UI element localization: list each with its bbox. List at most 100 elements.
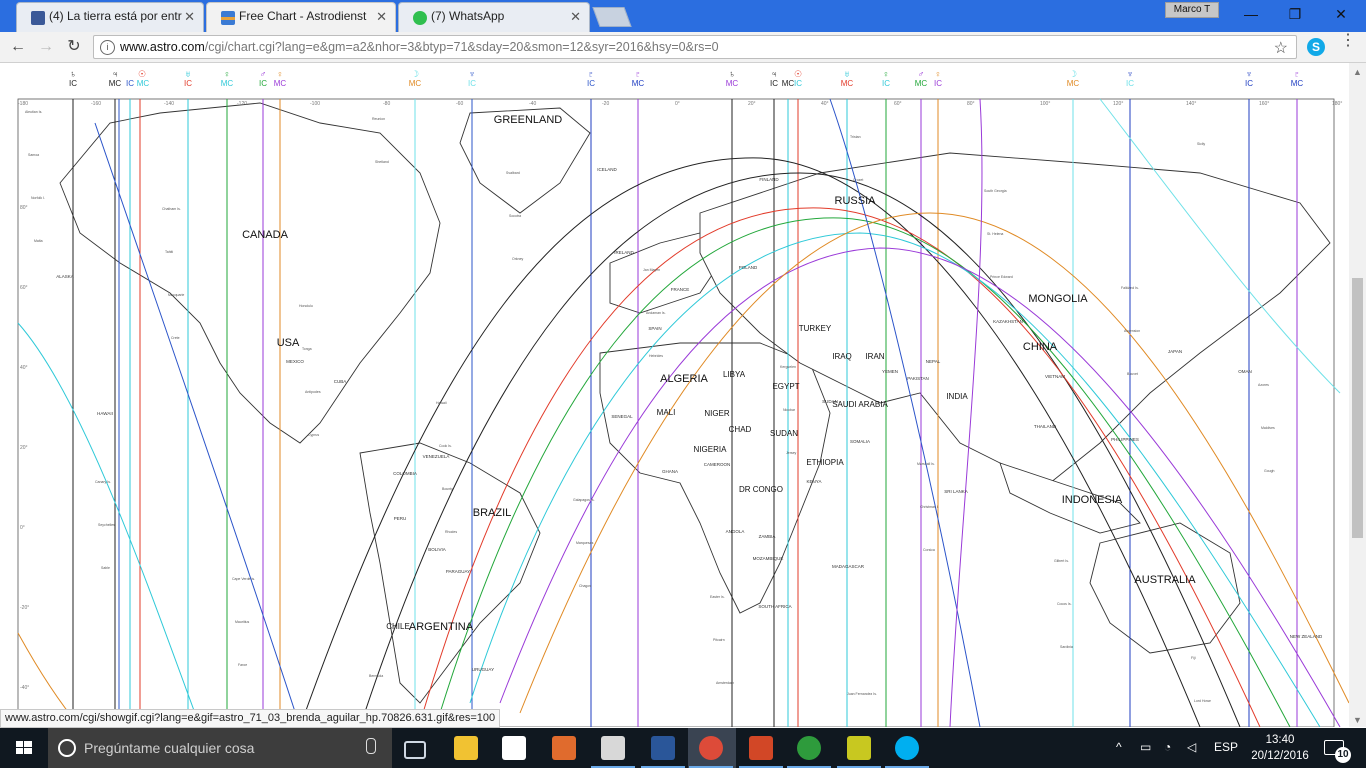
minor-place-label: Amsterdam	[716, 681, 734, 685]
longitude-tick: -20	[602, 101, 609, 107]
minor-place-label: Lord Howe	[1194, 699, 1211, 703]
place-label: SOUTH AFRICA	[758, 604, 791, 609]
task-view-icon[interactable]	[404, 741, 426, 759]
address-bar[interactable]: i www.astro.com/cgi/chart.cgi?lang=e&gm=…	[93, 35, 1297, 59]
bookmark-star-icon[interactable]: ☆	[1274, 38, 1288, 58]
minor-place-label: Easter Is.	[710, 595, 725, 599]
skype-extension-icon[interactable]: S	[1307, 38, 1325, 56]
scrollbar-thumb[interactable]	[1352, 278, 1363, 538]
profile-button[interactable]: Marco T	[1165, 2, 1219, 18]
maximize-button[interactable]: ❐	[1280, 4, 1310, 24]
steering-wheel-icon[interactable]	[601, 736, 625, 760]
country-label: NIGER	[704, 409, 730, 418]
minor-place-label: Cocos Is.	[1057, 602, 1072, 606]
media-player-icon[interactable]	[552, 736, 576, 760]
minor-place-label: Socotra	[509, 214, 521, 218]
minor-place-label: Antipodes	[305, 390, 321, 394]
country-label: LIBYA	[723, 370, 746, 379]
minor-place-label: St. Helena	[987, 232, 1003, 236]
place-label: YEMEN	[882, 369, 898, 374]
line-tag: MC	[274, 79, 287, 88]
minor-place-label: Aleutian Is.	[25, 110, 42, 114]
country-label: RUSSIA	[835, 195, 877, 207]
place-label: CUBA	[334, 379, 347, 384]
country-label: SAUDI ARABIA	[832, 400, 888, 409]
minor-place-label: Honolulu	[299, 304, 313, 308]
minor-place-label: Christmas I.	[920, 505, 939, 509]
latitude-tick: 40°	[20, 365, 28, 371]
minor-place-label: Orkney	[512, 257, 524, 261]
game-icon[interactable]	[847, 736, 871, 760]
minimize-button[interactable]: —	[1236, 4, 1266, 24]
place-label: GHANA	[662, 469, 678, 474]
search-placeholder: Pregúntame cualquier cosa	[84, 740, 255, 756]
facebook-icon	[31, 11, 45, 25]
powerpoint-icon[interactable]	[749, 736, 773, 760]
taskbar-search-box[interactable]: Pregúntame cualquier cosa	[48, 728, 392, 768]
minor-place-label: Sardinia	[1060, 645, 1073, 649]
minor-place-label: Marquesas	[576, 541, 594, 545]
country-label: IRAQ	[832, 352, 852, 361]
globe-icon[interactable]	[797, 736, 821, 760]
line-tag: MC	[1067, 79, 1080, 88]
start-button[interactable]	[0, 728, 48, 768]
scroll-up-arrow-icon[interactable]: ▲	[1353, 67, 1362, 77]
country-label: CHAD	[729, 425, 752, 434]
chrome-menu-icon[interactable]: ⋮	[1340, 33, 1356, 49]
file-explorer-icon[interactable]	[454, 736, 478, 760]
tab-astrodienst[interactable]: Free Chart - Astrodienst ✕	[206, 2, 396, 32]
back-button[interactable]: ←	[8, 38, 28, 56]
longitude-tick: -140	[164, 101, 174, 107]
minor-place-label: Gough	[1264, 469, 1275, 473]
page-scrollbar[interactable]: ▲ ▼	[1349, 63, 1366, 727]
tab-facebook[interactable]: (4) La tierra está por entr ✕	[16, 2, 204, 32]
place-label: FINLAND	[759, 177, 779, 182]
line-tag: MC	[726, 79, 739, 88]
url-text[interactable]: www.astro.com/cgi/chart.cgi?lang=e&gm=a2…	[120, 40, 719, 54]
wifi-icon[interactable]: ◔	[1164, 740, 1171, 754]
astrocartography-map[interactable]: -180 -160 -140 -120 -100 -80 -60 -40 -20 0° 20° 40°…	[0, 63, 1349, 727]
notification-center-icon[interactable]: 10	[1324, 740, 1351, 763]
tab-whatsapp[interactable]: (7) WhatsApp ✕	[398, 2, 590, 32]
country-label: DR CONGO	[739, 485, 783, 494]
place-label: BOLIVIA	[428, 547, 446, 552]
longitude-tick: -40	[529, 101, 536, 107]
word-icon[interactable]	[651, 736, 675, 760]
battery-icon[interactable]: ▭	[1140, 740, 1151, 754]
place-label: ICELAND	[597, 167, 617, 172]
new-tab-button[interactable]	[592, 7, 632, 27]
minor-place-label: Chagos	[579, 584, 591, 588]
tray-chevron-icon[interactable]: ^	[1116, 740, 1122, 754]
forward-button[interactable]: →	[36, 38, 56, 56]
line-tag: MC	[137, 79, 150, 88]
minor-place-label: Mauritius	[235, 620, 249, 624]
line-tag: IC	[184, 79, 192, 88]
chrome-icon[interactable]	[699, 736, 723, 760]
tab-close-icon[interactable]: ✕	[570, 9, 581, 25]
microphone-icon[interactable]	[366, 738, 376, 754]
country-label: AUSTRALIA	[1134, 574, 1196, 586]
tab-title: Free Chart - Astrodienst	[239, 9, 367, 23]
scroll-down-arrow-icon[interactable]: ▼	[1353, 715, 1362, 725]
taskbar-clock[interactable]: 13:40 20/12/2016	[1244, 732, 1316, 764]
minor-place-label: Gilbert Is.	[1054, 559, 1069, 563]
country-label: ALGERIA	[660, 373, 708, 385]
volume-icon[interactable]: ◁	[1187, 740, 1196, 754]
place-label: HAWAII	[97, 411, 113, 416]
language-indicator[interactable]: ESP	[1214, 740, 1238, 754]
planet-glyph: ♃	[771, 69, 778, 79]
info-icon[interactable]: i	[100, 40, 115, 55]
place-label: CAMEROON	[704, 462, 731, 467]
store-icon[interactable]	[502, 736, 526, 760]
close-window-button[interactable]: ✕	[1326, 4, 1356, 24]
minor-place-label: Norfolk I.	[31, 196, 45, 200]
reload-button[interactable]: ↻	[64, 38, 84, 56]
minor-place-label: Marshall Is.	[917, 462, 935, 466]
skype-icon[interactable]	[895, 736, 919, 760]
minor-place-label: Juan Fernandez Is.	[847, 692, 877, 696]
tab-close-icon[interactable]: ✕	[376, 9, 387, 25]
tab-close-icon[interactable]: ✕	[184, 9, 195, 25]
minor-place-label: Shetland	[375, 160, 389, 164]
line-tag: IC	[1126, 79, 1134, 88]
line-tag: IC	[468, 79, 476, 88]
